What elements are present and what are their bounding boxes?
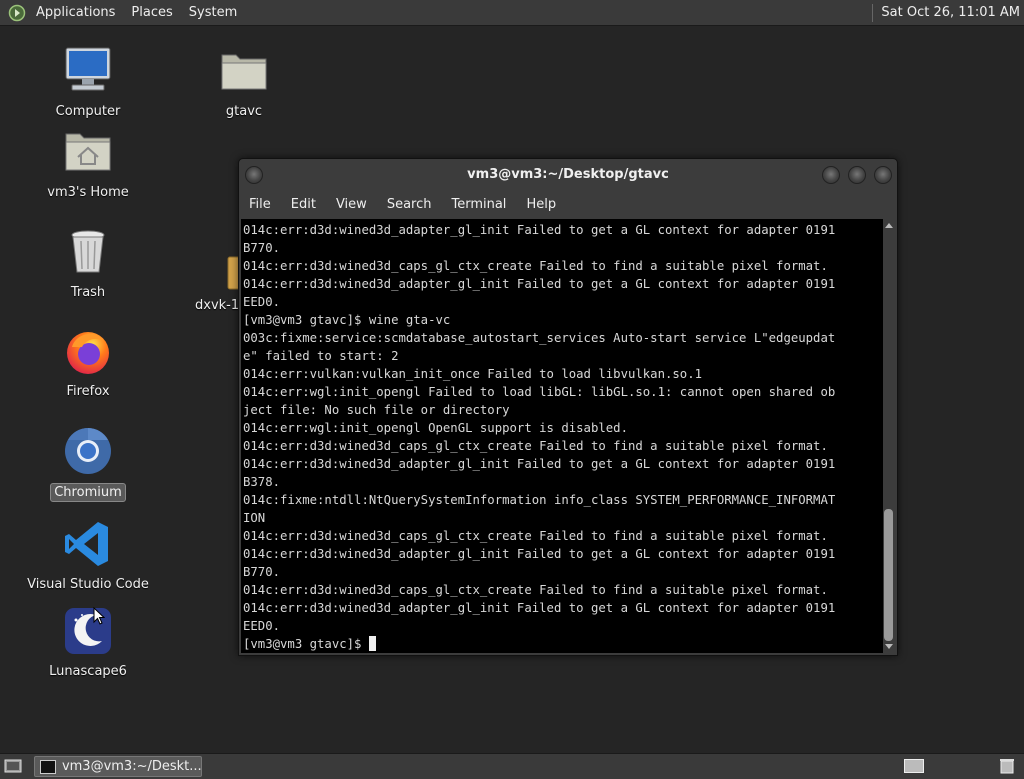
desktop-icon-label: Lunascape6 <box>49 664 127 679</box>
terminal-line: 014c:err:d3d:wined3d_caps_gl_ctx_create … <box>243 529 828 543</box>
terminal-line: 014c:err:d3d:wined3d_caps_gl_ctx_create … <box>243 583 828 597</box>
folder-icon <box>221 54 267 90</box>
desktop-icon-firefox[interactable]: Firefox <box>33 325 143 400</box>
terminal-output[interactable]: 014c:err:d3d:wined3d_adapter_gl_init Fai… <box>241 219 883 653</box>
menu-edit[interactable]: Edit <box>281 197 326 212</box>
menu-help[interactable]: Help <box>516 197 566 212</box>
scroll-up-arrow-icon[interactable] <box>885 223 893 228</box>
scroll-down-arrow-icon[interactable] <box>885 644 893 649</box>
desktop-icon-label: Visual Studio Code <box>27 577 149 592</box>
desktop-icon-label-selected: Chromium <box>50 483 126 502</box>
system-menu[interactable]: System <box>181 0 245 25</box>
desktop-icon-trash[interactable]: Trash <box>33 226 143 301</box>
terminal-line: 014c:err:wgl:init_opengl OpenGL support … <box>243 421 628 435</box>
terminal-line: B770. <box>243 565 281 579</box>
terminal-line: EED0. <box>243 619 281 633</box>
chromium-icon <box>65 428 111 474</box>
terminal-icon <box>40 759 56 774</box>
panel-separator <box>872 3 874 22</box>
mouse-pointer-icon <box>93 607 105 625</box>
firefox-icon <box>67 332 109 374</box>
desktop-icon-label: Trash <box>70 285 106 300</box>
terminal-line: 014c:err:d3d:wined3d_adapter_gl_init Fai… <box>243 223 836 237</box>
menu-terminal[interactable]: Terminal <box>441 197 516 212</box>
scrollbar-thumb[interactable] <box>884 509 893 641</box>
distro-logo-icon[interactable] <box>8 4 26 22</box>
places-menu[interactable]: Places <box>123 0 180 25</box>
terminal-line: 014c:err:d3d:wined3d_adapter_gl_init Fai… <box>243 547 836 561</box>
applications-menu[interactable]: Applications <box>28 0 123 25</box>
menu-file[interactable]: File <box>239 197 281 212</box>
terminal-line: 014c:err:d3d:wined3d_adapter_gl_init Fai… <box>243 457 836 471</box>
menu-view[interactable]: View <box>326 197 377 212</box>
terminal-line: 014c:err:d3d:wined3d_caps_gl_ctx_create … <box>243 259 828 273</box>
bottom-panel: vm3@vm3:~/Deskt... <box>0 753 1024 779</box>
desktop-icon-vscode[interactable]: Visual Studio Code <box>14 518 162 593</box>
terminal-line: 014c:err:d3d:wined3d_caps_gl_ctx_create … <box>243 439 828 453</box>
minimize-button[interactable] <box>822 166 840 184</box>
terminal-window[interactable]: vm3@vm3:~/Desktop/gtavc File Edit View S… <box>238 158 898 656</box>
terminal-line: ION <box>243 511 266 525</box>
terminal-line: 014c:err:vulkan:vulkan_init_once Failed … <box>243 367 703 381</box>
desktop-icon-gtavc[interactable]: gtavc <box>189 45 299 120</box>
terminal-prompt-line: [vm3@vm3 gtavc]$ <box>243 635 883 653</box>
desktop-icon-label: gtavc <box>225 104 263 119</box>
workspace-switcher[interactable] <box>904 759 924 773</box>
terminal-line: B378. <box>243 475 281 489</box>
clock[interactable]: Sat Oct 26, 11:01 AM <box>881 5 1020 20</box>
desktop-icon-home[interactable]: vm3's Home <box>33 126 143 201</box>
terminal-menubar: File Edit View Search Terminal Help <box>239 191 897 218</box>
lunascape-icon <box>65 608 111 654</box>
trash-applet-icon[interactable] <box>998 758 1016 774</box>
terminal-scrollbar[interactable] <box>883 219 895 653</box>
terminal-lines: 014c:err:d3d:wined3d_adapter_gl_init Fai… <box>241 219 883 653</box>
terminal-line: B770. <box>243 241 281 255</box>
terminal-line: [vm3@vm3 gtavc]$ wine gta-vc <box>243 313 451 327</box>
computer-icon <box>65 47 111 91</box>
top-panel: Applications Places System Sat Oct 26, 1… <box>0 0 1024 26</box>
terminal-line: ject file: No such file or directory <box>243 403 510 417</box>
terminal-line: EED0. <box>243 295 281 309</box>
terminal-prompt: [vm3@vm3 gtavc]$ <box>243 637 369 651</box>
desktop-icon-chromium[interactable]: Chromium <box>33 425 143 502</box>
menu-search[interactable]: Search <box>377 197 442 212</box>
taskbar-terminal-button[interactable]: vm3@vm3:~/Deskt... <box>34 756 202 777</box>
terminal-line: 014c:err:d3d:wined3d_adapter_gl_init Fai… <box>243 601 836 615</box>
desktop-icon-label: Firefox <box>66 384 110 399</box>
terminal-line: 014c:fixme:ntdll:NtQuerySystemInformatio… <box>243 493 836 507</box>
show-desktop-icon[interactable] <box>4 759 22 773</box>
terminal-line: e" failed to start: 2 <box>243 349 399 363</box>
maximize-button[interactable] <box>848 166 866 184</box>
desktop-icon-lunascape[interactable]: Lunascape6 <box>33 605 143 680</box>
terminal-line: 014c:err:d3d:wined3d_adapter_gl_init Fai… <box>243 277 836 291</box>
terminal-cursor <box>368 636 376 651</box>
close-button[interactable] <box>874 166 892 184</box>
terminal-line: 003c:fixme:service:scmdatabase_autostart… <box>243 331 836 345</box>
desktop-icon-label: vm3's Home <box>47 185 129 200</box>
taskbar-label: vm3@vm3:~/Deskt... <box>61 759 201 774</box>
home-folder-icon <box>65 133 111 171</box>
trash-icon <box>71 230 105 273</box>
window-titlebar[interactable]: vm3@vm3:~/Desktop/gtavc <box>239 159 897 191</box>
desktop-icon-computer[interactable]: Computer <box>33 45 143 120</box>
desktop-icon-label: Computer <box>55 104 121 119</box>
terminal-line: 014c:err:wgl:init_opengl Failed to load … <box>243 385 836 399</box>
vscode-icon <box>65 522 108 566</box>
window-title: vm3@vm3:~/Desktop/gtavc <box>467 167 669 182</box>
